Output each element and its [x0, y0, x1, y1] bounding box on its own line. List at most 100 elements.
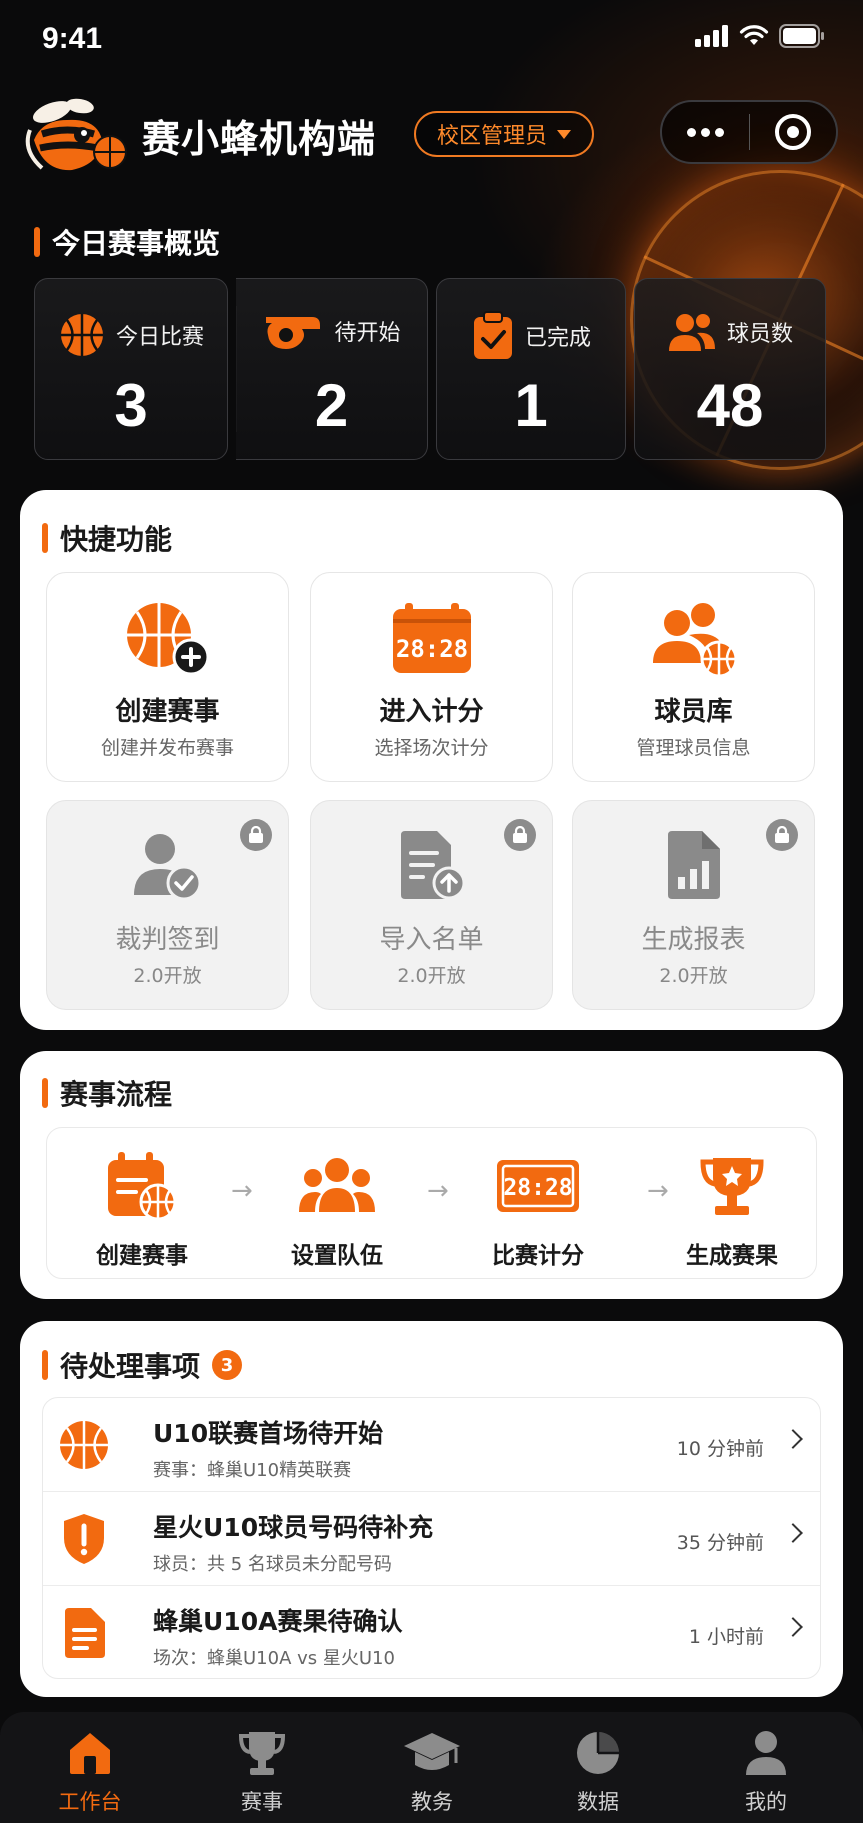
- target-circle-icon: [774, 114, 811, 150]
- cellular-signal-icon: [695, 25, 728, 47]
- quick-functions-card: 快捷功能 创建赛事 创建并发布赛事 28:28 进入计分 选择场次计分 球员库 …: [20, 490, 843, 1030]
- role-selector[interactable]: 校区管理员: [414, 111, 594, 157]
- import-list-icon: [400, 831, 465, 900]
- tab-workbench[interactable]: 工作台: [30, 1726, 150, 1816]
- overview-section-title: 今日赛事概览: [34, 222, 220, 262]
- tile-import-list[interactable]: 导入名单 2.0开放: [310, 800, 553, 1010]
- referee-check-icon: [133, 834, 201, 901]
- flow-step-result[interactable]: 生成赛果: [657, 1148, 807, 1270]
- stats-row: 今日比赛 3 待开始 2 已完成 1 球员数 48: [34, 278, 826, 460]
- pending-section-title: 待处理事项 3: [42, 1345, 243, 1385]
- tile-label: 球员库: [654, 697, 733, 727]
- battery-icon: [779, 24, 824, 48]
- stat-label: 今日比赛: [115, 325, 204, 350]
- mini-program-capsule: [660, 100, 838, 164]
- stat-value: 3: [114, 372, 148, 439]
- scoreboard-score: 28:28: [395, 635, 467, 663]
- quick-title: 快捷功能: [60, 523, 173, 556]
- app-title: 赛小蜂机构端: [142, 117, 377, 161]
- tile-label: 裁判签到: [115, 925, 220, 955]
- tile-label: 进入计分: [379, 697, 484, 727]
- tile-subtitle: 2.0开放: [133, 965, 202, 987]
- arrow-right-icon: →: [231, 1176, 253, 1206]
- stat-card-today-matches[interactable]: 今日比赛 3: [34, 278, 228, 460]
- tab-data[interactable]: 数据: [538, 1726, 658, 1816]
- pending-item[interactable]: 蜂巢U10A赛果待确认 场次：蜂巢U10A vs 星火U10 1 小时前: [43, 1586, 820, 1678]
- bee-logo-icon: [25, 98, 127, 171]
- tile-label: 创建赛事: [115, 697, 220, 727]
- whistle-icon: [266, 317, 321, 349]
- pending-item-time: 35 分钟前: [676, 1532, 764, 1554]
- pending-item[interactable]: U10联赛首场待开始 赛事：蜂巢U10精英联赛 10 分钟前: [43, 1398, 820, 1492]
- stat-value: 48: [696, 372, 764, 439]
- flow-step-scoring[interactable]: 28:28 比赛计分: [463, 1148, 613, 1270]
- tab-label: 赛事: [241, 1790, 283, 1814]
- users-icon: [668, 314, 715, 351]
- arrow-right-icon: →: [427, 1176, 449, 1206]
- flow-step-create[interactable]: 创建赛事: [67, 1148, 217, 1270]
- bottom-tab-bar: 工作台 赛事 教务 数据 我的: [0, 1712, 863, 1823]
- pending-item-title: 星火U10球员号码待补充: [153, 1513, 434, 1542]
- tile-subtitle: 管理球员信息: [636, 737, 751, 759]
- quick-section-title: 快捷功能: [42, 518, 172, 558]
- pending-item-title: 蜂巢U10A赛果待确认: [153, 1607, 403, 1636]
- tile-enter-scoring[interactable]: 28:28 进入计分 选择场次计分: [310, 572, 553, 782]
- overview-title: 今日赛事概览: [52, 227, 221, 260]
- tile-subtitle: 2.0开放: [397, 965, 466, 987]
- app-header: 赛小蜂机构端 校区管理员: [0, 90, 863, 180]
- basketball-icon: [60, 1421, 108, 1469]
- chevron-right-icon: [783, 1429, 803, 1449]
- trophy-icon: [238, 1732, 286, 1775]
- pending-list: U10联赛首场待开始 赛事：蜂巢U10精英联赛 10 分钟前 星火U10球员号码…: [42, 1397, 821, 1679]
- status-icons: [695, 24, 825, 48]
- team-icon: [299, 1158, 375, 1212]
- title-accent-bar: [42, 1078, 48, 1108]
- flow-step-label: 创建赛事: [96, 1243, 188, 1269]
- chevron-right-icon: [783, 1523, 803, 1543]
- pending-item-subtitle: 球员：共 5 名球员未分配号码: [153, 1554, 392, 1575]
- caret-down-icon: [557, 129, 571, 139]
- stat-card-pending[interactable]: 待开始 2: [236, 278, 428, 460]
- tile-referee-checkin[interactable]: 裁判签到 2.0开放: [46, 800, 289, 1010]
- flow-step-label: 生成赛果: [686, 1243, 778, 1269]
- tile-label: 生成报表: [641, 925, 746, 955]
- clipboard-check-icon: [473, 311, 512, 359]
- shield-alert-icon: [64, 1514, 104, 1564]
- tile-generate-report[interactable]: 生成报表 2.0开放: [572, 800, 815, 1010]
- role-selector-label: 校区管理员: [436, 124, 547, 149]
- pending-item-time: 10 分钟前: [676, 1438, 764, 1460]
- flow-step-label: 比赛计分: [492, 1243, 584, 1269]
- pending-count-badge: 3: [212, 1350, 243, 1380]
- calendar-ball-icon: [108, 1152, 177, 1221]
- more-dots-icon: [686, 127, 724, 137]
- basketball-plus-icon: [126, 603, 209, 676]
- trophy-icon: [700, 1158, 764, 1215]
- flow-steps: 创建赛事 → 设置队伍 → 28:28 比赛计分 → 生成赛果: [46, 1127, 817, 1279]
- stat-value: 2: [314, 372, 349, 439]
- title-accent-bar: [42, 1350, 48, 1380]
- home-icon: [70, 1733, 110, 1774]
- tile-create-match[interactable]: 创建赛事 创建并发布赛事: [46, 572, 289, 782]
- flow-section-title: 赛事流程: [42, 1073, 172, 1113]
- title-accent-bar: [42, 523, 48, 553]
- flow-step-team[interactable]: 设置队伍: [262, 1148, 412, 1270]
- tile-player-library[interactable]: 球员库 管理球员信息: [572, 572, 815, 782]
- stat-label: 待开始: [334, 321, 401, 346]
- stat-card-players[interactable]: 球员数 48: [634, 278, 826, 460]
- stat-card-completed[interactable]: 已完成 1: [436, 278, 626, 460]
- tile-label: 导入名单: [379, 925, 484, 955]
- tab-matches[interactable]: 赛事: [202, 1726, 322, 1816]
- close-mini-program-button[interactable]: [750, 102, 837, 162]
- wifi-icon: [739, 25, 769, 45]
- stat-label: 球员数: [726, 322, 793, 347]
- tab-academic[interactable]: 教务: [372, 1726, 492, 1816]
- pending-item-subtitle: 赛事：蜂巢U10精英联赛: [153, 1460, 352, 1481]
- title-accent-bar: [34, 227, 40, 257]
- tab-label: 工作台: [58, 1790, 122, 1814]
- user-icon: [746, 1731, 786, 1775]
- pending-item[interactable]: 星火U10球员号码待补充 球员：共 5 名球员未分配号码 35 分钟前: [43, 1492, 820, 1586]
- pie-chart-icon: [577, 1732, 619, 1774]
- tab-mine[interactable]: 我的: [706, 1726, 826, 1816]
- tile-subtitle: 2.0开放: [659, 965, 728, 987]
- more-button[interactable]: [662, 102, 749, 162]
